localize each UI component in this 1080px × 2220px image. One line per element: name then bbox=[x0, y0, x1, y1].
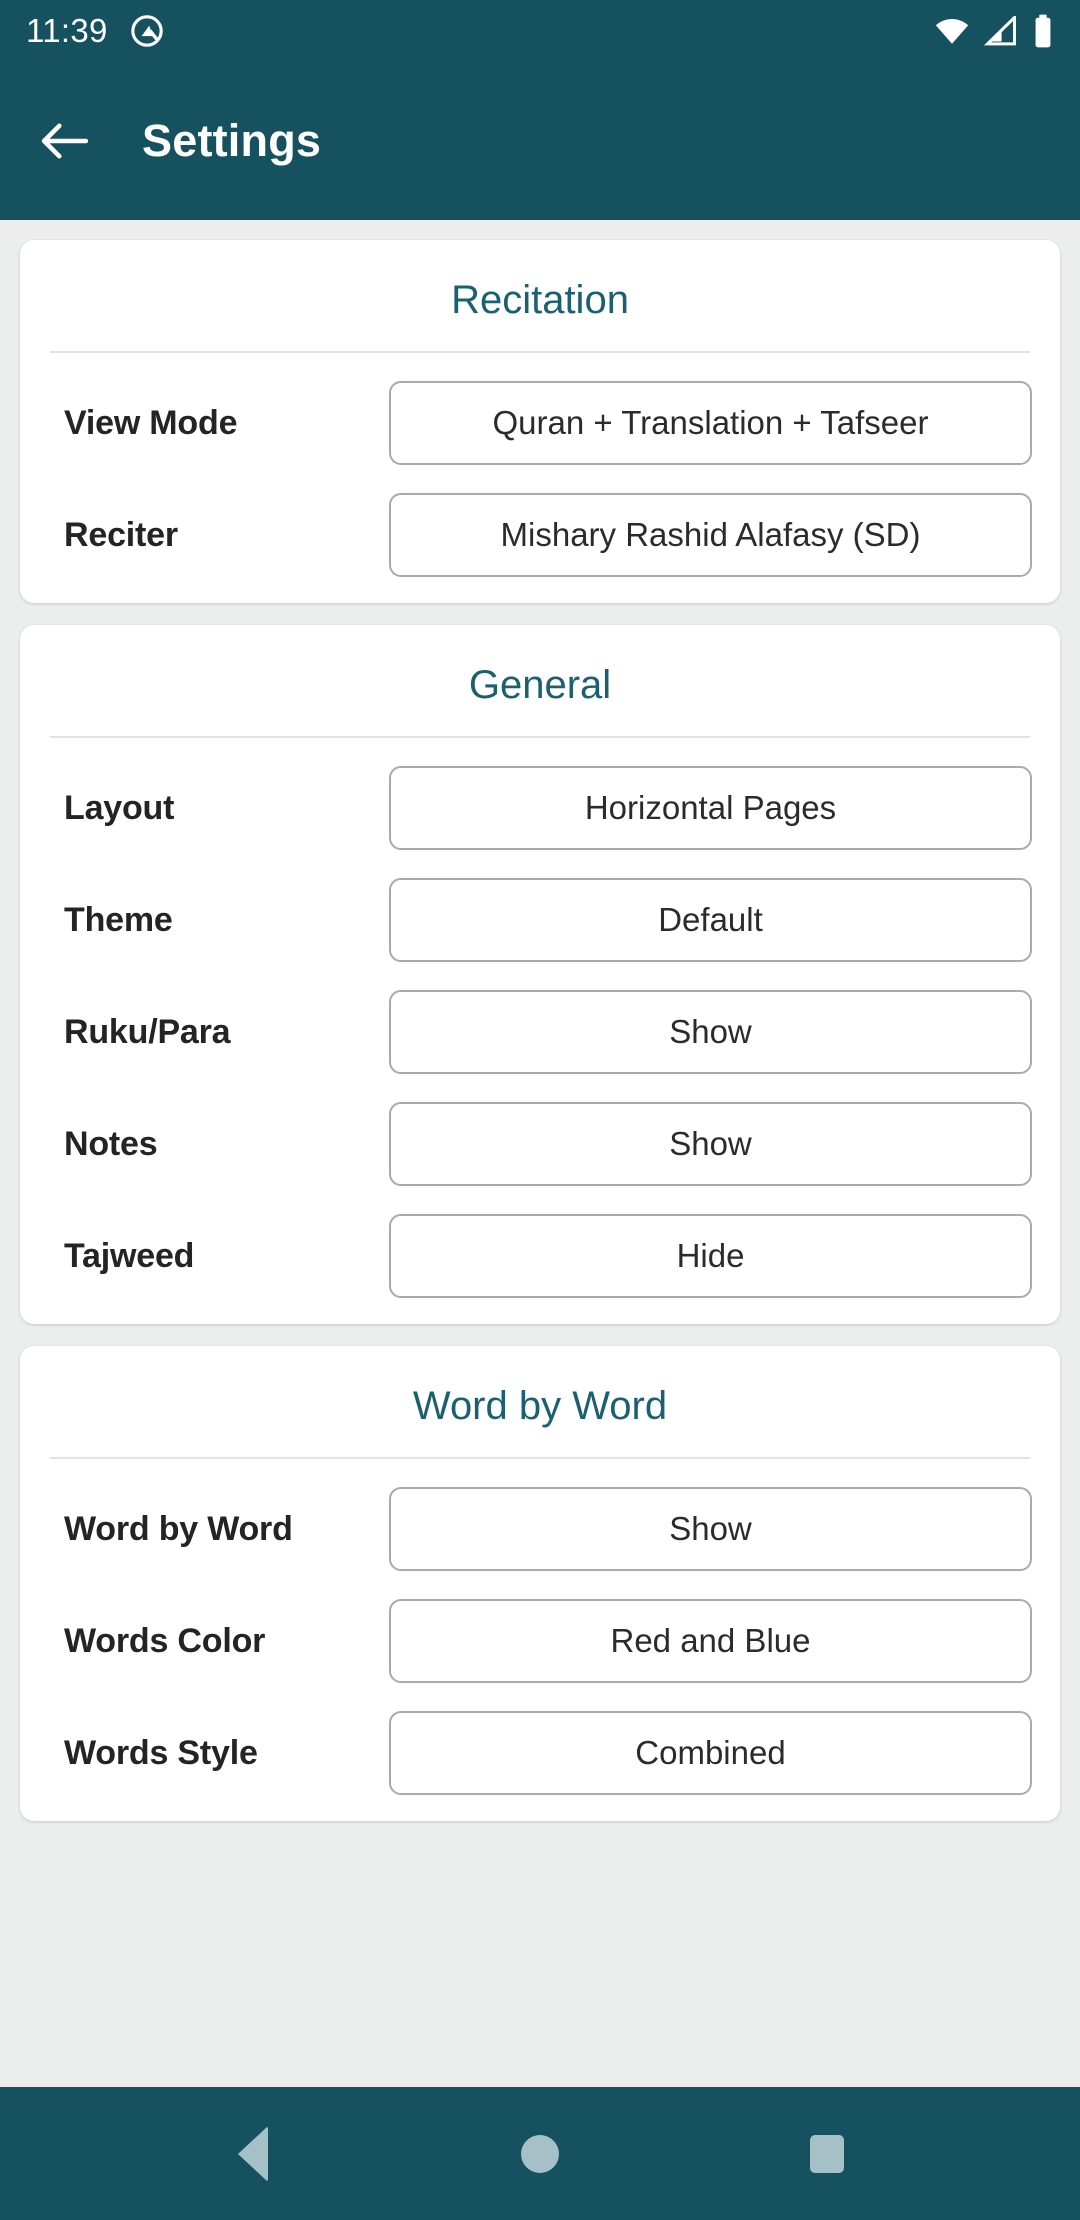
square-recents-icon bbox=[809, 2134, 844, 2173]
card-divider bbox=[50, 1457, 1030, 1459]
setting-row: Theme Default bbox=[20, 878, 1060, 962]
home-nav-button[interactable] bbox=[492, 2106, 588, 2202]
back-arrow-icon[interactable] bbox=[38, 114, 92, 168]
battery-full-icon bbox=[1032, 14, 1054, 48]
android-navigation-bar bbox=[0, 2087, 1080, 2220]
setting-row-value-button[interactable]: Show bbox=[389, 1487, 1032, 1571]
recents-nav-button[interactable] bbox=[779, 2106, 875, 2202]
setting-row: Layout Horizontal Pages bbox=[20, 766, 1060, 850]
setting-row-label: Theme bbox=[64, 900, 173, 939]
setting-row-label: Words Color bbox=[64, 1621, 266, 1660]
setting-row: Words Color Red and Blue bbox=[20, 1599, 1060, 1683]
setting-row-value-button[interactable]: Mishary Rashid Alafasy (SD) bbox=[389, 493, 1032, 577]
status-bar: 11:39 bbox=[0, 0, 1080, 62]
settings-card: Word by Word Word by Word Show Words Color R… bbox=[20, 1346, 1060, 1821]
settings-card-title: Recitation bbox=[451, 278, 629, 322]
setting-row: Reciter Mishary Rashid Alafasy (SD) bbox=[20, 493, 1060, 577]
settings-scroll-area[interactable]: Recitation View Mode Quran + Translation +… bbox=[0, 220, 1080, 2087]
settings-card: General Layout Horizontal Pages Theme Defaul… bbox=[20, 625, 1060, 1324]
status-bar-left: 11:39 bbox=[26, 12, 164, 50]
setting-row: View Mode Quran + Translation + Tafseer bbox=[20, 381, 1060, 465]
setting-row-label: Word by Word bbox=[64, 1509, 293, 1548]
setting-row-value-button[interactable]: Show bbox=[389, 1102, 1032, 1186]
app-bar: Settings bbox=[0, 62, 1080, 220]
setting-row-value-button[interactable]: Quran + Translation + Tafseer bbox=[389, 381, 1032, 465]
wifi-icon bbox=[934, 16, 970, 46]
setting-row-value-button[interactable]: Default bbox=[389, 878, 1032, 962]
app-notification-icon bbox=[130, 14, 164, 48]
setting-row: Tajweed Hide bbox=[20, 1214, 1060, 1298]
setting-row-label: Reciter bbox=[64, 515, 178, 554]
setting-row-value-button[interactable]: Combined bbox=[389, 1711, 1032, 1795]
settings-card-title: General bbox=[468, 663, 612, 707]
setting-row: Words Style Combined bbox=[20, 1711, 1060, 1795]
triangle-back-icon bbox=[238, 2125, 269, 2182]
setting-row-label: Tajweed bbox=[64, 1236, 195, 1275]
setting-row-label: Layout bbox=[64, 788, 175, 827]
status-bar-right bbox=[934, 14, 1054, 48]
back-nav-button[interactable] bbox=[205, 2106, 301, 2202]
setting-row-value-button[interactable]: Horizontal Pages bbox=[389, 766, 1032, 850]
setting-row: Word by Word Show bbox=[20, 1487, 1060, 1571]
card-divider bbox=[50, 351, 1030, 353]
setting-row-value-button[interactable]: Red and Blue bbox=[389, 1599, 1032, 1683]
setting-row-label: Ruku/Para bbox=[64, 1012, 231, 1051]
setting-row-value-button[interactable]: Show bbox=[389, 990, 1032, 1074]
card-divider bbox=[50, 736, 1030, 738]
circle-home-icon bbox=[520, 2134, 559, 2173]
setting-row-label: Notes bbox=[64, 1124, 158, 1163]
settings-card: Recitation View Mode Quran + Translation +… bbox=[20, 240, 1060, 603]
setting-row: Notes Show bbox=[20, 1102, 1060, 1186]
setting-row-label: View Mode bbox=[64, 403, 238, 442]
setting-row-label: Words Style bbox=[64, 1733, 258, 1772]
page-title: Settings bbox=[142, 115, 322, 166]
cellular-signal-icon bbox=[984, 16, 1018, 46]
setting-row: Ruku/Para Show bbox=[20, 990, 1060, 1074]
settings-card-title: Word by Word bbox=[412, 1384, 668, 1428]
status-bar-clock: 11:39 bbox=[26, 12, 108, 49]
setting-row-value-button[interactable]: Hide bbox=[389, 1214, 1032, 1298]
